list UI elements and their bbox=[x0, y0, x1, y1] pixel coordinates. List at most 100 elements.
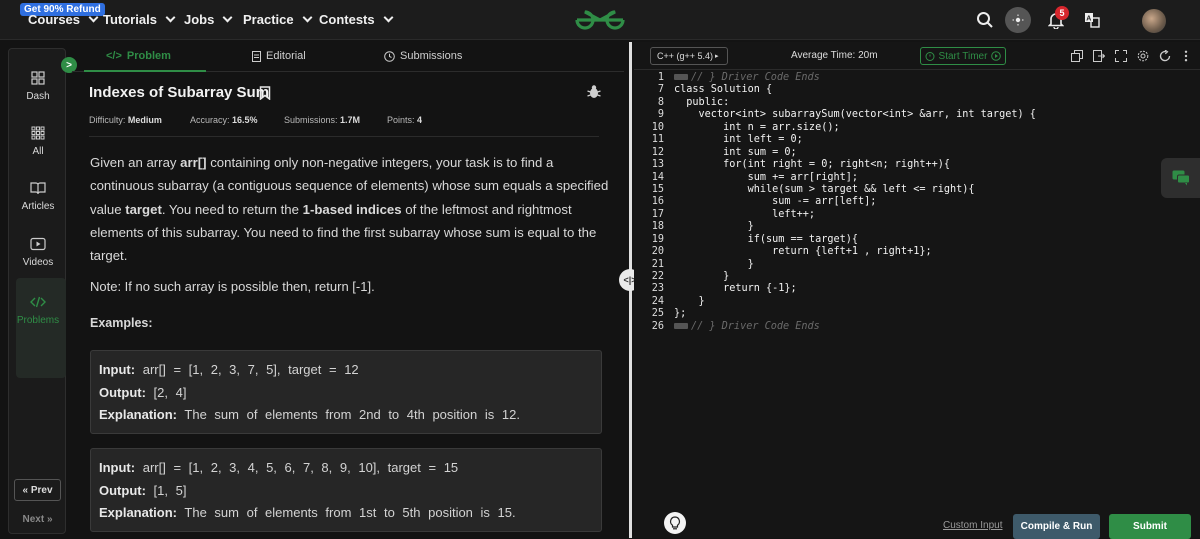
code-line[interactable]: 7 class Solution { bbox=[634, 84, 1200, 96]
output-value: [1, 5] bbox=[153, 482, 187, 498]
code-text: public: bbox=[674, 96, 730, 108]
sidebar-item-problems[interactable]: Problems bbox=[9, 293, 67, 326]
code-line[interactable]: 8 public: bbox=[634, 97, 1200, 109]
desc-arr: arr[] bbox=[180, 155, 207, 170]
submit-button[interactable]: Submit bbox=[1109, 514, 1191, 539]
chat-button[interactable] bbox=[1161, 158, 1200, 198]
line-number: 23 bbox=[651, 283, 664, 295]
code-line[interactable]: 20 return {left+1 , right+1}; bbox=[634, 246, 1200, 258]
desc-text: . You need to return the bbox=[161, 201, 303, 217]
export-icon[interactable] bbox=[1093, 50, 1105, 62]
play-icon bbox=[991, 51, 1002, 61]
code-line[interactable]: 18 } bbox=[634, 221, 1200, 233]
fullscreen-icon[interactable] bbox=[1115, 50, 1127, 62]
average-time: Average Time: 20m bbox=[791, 50, 878, 61]
nav-practice-label: Practice bbox=[243, 12, 294, 27]
bug-report-icon[interactable] bbox=[587, 84, 601, 99]
points-meta: Points: 4 bbox=[387, 115, 422, 125]
line-number: 1 bbox=[657, 72, 664, 83]
bookmark-icon[interactable] bbox=[259, 86, 271, 100]
sidebar-item-all[interactable]: All bbox=[9, 124, 67, 157]
submissions-label: Submissions: bbox=[284, 115, 338, 125]
nav-tutorials[interactable]: Tutorials bbox=[103, 12, 176, 27]
code-text: }; bbox=[674, 308, 687, 320]
copy-icon[interactable] bbox=[1071, 50, 1083, 62]
document-icon bbox=[252, 50, 261, 62]
search-icon[interactable] bbox=[973, 8, 997, 32]
code-line[interactable]: 19 if(sum == target){ bbox=[634, 234, 1200, 246]
nav-jobs[interactable]: Jobs bbox=[184, 12, 233, 27]
code-line[interactable]: 1 // } Driver Code Ends bbox=[634, 72, 1200, 84]
code-line[interactable]: 16 sum -= arr[left]; bbox=[634, 196, 1200, 208]
sidebar-item-videos[interactable]: Videos bbox=[9, 235, 67, 268]
code-line[interactable]: 23 return {-1}; bbox=[634, 283, 1200, 295]
code-area[interactable]: 1 // } Driver Code Ends 7 class Solution {8… bbox=[634, 72, 1200, 333]
difficulty-value: Medium bbox=[127, 115, 162, 125]
chevron-down-icon bbox=[88, 12, 99, 23]
input-label: Input: bbox=[99, 362, 136, 377]
editor-toolbar: C++ (g++ 5.4) ▸ Average Time: 20m Start T… bbox=[634, 42, 1200, 70]
line-number: 11 bbox=[651, 134, 664, 146]
code-line[interactable]: 15 while(sum > target && left <= right){ bbox=[634, 184, 1200, 196]
line-number: 19 bbox=[651, 233, 664, 245]
next-button[interactable]: Next » bbox=[14, 508, 61, 530]
examples-heading: Examples: bbox=[90, 316, 153, 330]
code-line[interactable]: 10 int n = arr.size(); bbox=[634, 122, 1200, 134]
nav-contests[interactable]: Contests bbox=[319, 12, 394, 27]
clock-icon bbox=[384, 50, 395, 62]
sidebar-item-articles[interactable]: Articles bbox=[9, 179, 67, 212]
code-line[interactable]: 22 } bbox=[634, 271, 1200, 283]
input-value: arr[] = [1, 2, 3, 7, 5], target = 12 bbox=[142, 362, 359, 377]
line-number: 17 bbox=[651, 208, 664, 220]
sidebar-item-dash[interactable]: Dash bbox=[9, 69, 67, 102]
more-options-icon[interactable] bbox=[1180, 50, 1192, 62]
gear-icon[interactable] bbox=[1137, 50, 1149, 62]
code-text: // } Driver Code Ends bbox=[691, 72, 820, 83]
example-input: Input: arr[] = [1, 2, 3, 7, 5], target =… bbox=[99, 359, 593, 382]
tab-editorial[interactable]: Editorial bbox=[252, 50, 306, 62]
gfg-logo-icon[interactable] bbox=[573, 8, 627, 32]
line-number: 26 bbox=[651, 320, 664, 332]
reset-icon[interactable] bbox=[1159, 50, 1171, 62]
language-select[interactable]: C++ (g++ 5.4) ▸ bbox=[650, 47, 728, 65]
custom-input-link[interactable]: Custom Input bbox=[943, 520, 1002, 531]
lightbulb-icon bbox=[669, 516, 681, 530]
code-text: class Solution { bbox=[674, 84, 773, 96]
tab-problem[interactable]: </> Problem bbox=[106, 50, 171, 62]
compile-run-button[interactable]: Compile & Run bbox=[1013, 514, 1100, 539]
theme-toggle-button[interactable] bbox=[1005, 7, 1031, 33]
example-explanation: Explanation: The sum of elements from 2n… bbox=[99, 404, 593, 427]
tab-submissions[interactable]: Submissions bbox=[384, 50, 462, 62]
avatar[interactable] bbox=[1142, 9, 1166, 33]
code-line[interactable]: 26 // } Driver Code Ends bbox=[634, 321, 1200, 333]
code-line[interactable]: 21 } bbox=[634, 259, 1200, 271]
explanation-value: The sum of elements from 2nd to 4th posi… bbox=[184, 407, 520, 422]
output-value: [2, 4] bbox=[153, 384, 187, 400]
sidebar-label: Problems bbox=[16, 315, 60, 326]
code-line[interactable]: 17 left++; bbox=[634, 209, 1200, 221]
example-output: Output: [1, 5] bbox=[99, 480, 593, 503]
code-line[interactable]: 12 int sum = 0; bbox=[634, 147, 1200, 159]
example-explanation: Explanation: The sum of elements from 1s… bbox=[99, 502, 593, 525]
start-timer-button[interactable]: Start Timer bbox=[920, 47, 1006, 65]
example-box: Input: arr[] = [1, 2, 3, 7, 5], target =… bbox=[90, 350, 602, 434]
code-line[interactable]: 14 sum += arr[right]; bbox=[634, 172, 1200, 184]
editor-footer: Custom Input Compile & Run Submit bbox=[634, 508, 1200, 539]
translate-icon[interactable]: A bbox=[1080, 8, 1104, 32]
code-line[interactable]: 24 } bbox=[634, 296, 1200, 308]
prev-button[interactable]: « Prev bbox=[14, 479, 61, 501]
fold-marker-icon[interactable] bbox=[674, 322, 688, 329]
sidebar-label: Articles bbox=[21, 201, 55, 212]
code-text: } bbox=[674, 221, 754, 233]
nav-courses[interactable]: Courses bbox=[28, 12, 99, 27]
hint-button[interactable] bbox=[664, 512, 686, 534]
nav-practice[interactable]: Practice bbox=[243, 12, 313, 27]
code-line[interactable]: 25}; bbox=[634, 308, 1200, 320]
fold-marker-icon[interactable] bbox=[674, 74, 688, 80]
chevron-down-icon bbox=[222, 12, 233, 23]
chevron-down-icon bbox=[383, 12, 394, 23]
desc-indices: 1-based indices bbox=[302, 201, 402, 217]
code-line[interactable]: 13 for(int right = 0; right<n; right++){ bbox=[634, 159, 1200, 171]
code-line[interactable]: 11 int left = 0; bbox=[634, 134, 1200, 146]
code-line[interactable]: 9 vector<int> subarraySum(vector<int> &a… bbox=[634, 109, 1200, 121]
